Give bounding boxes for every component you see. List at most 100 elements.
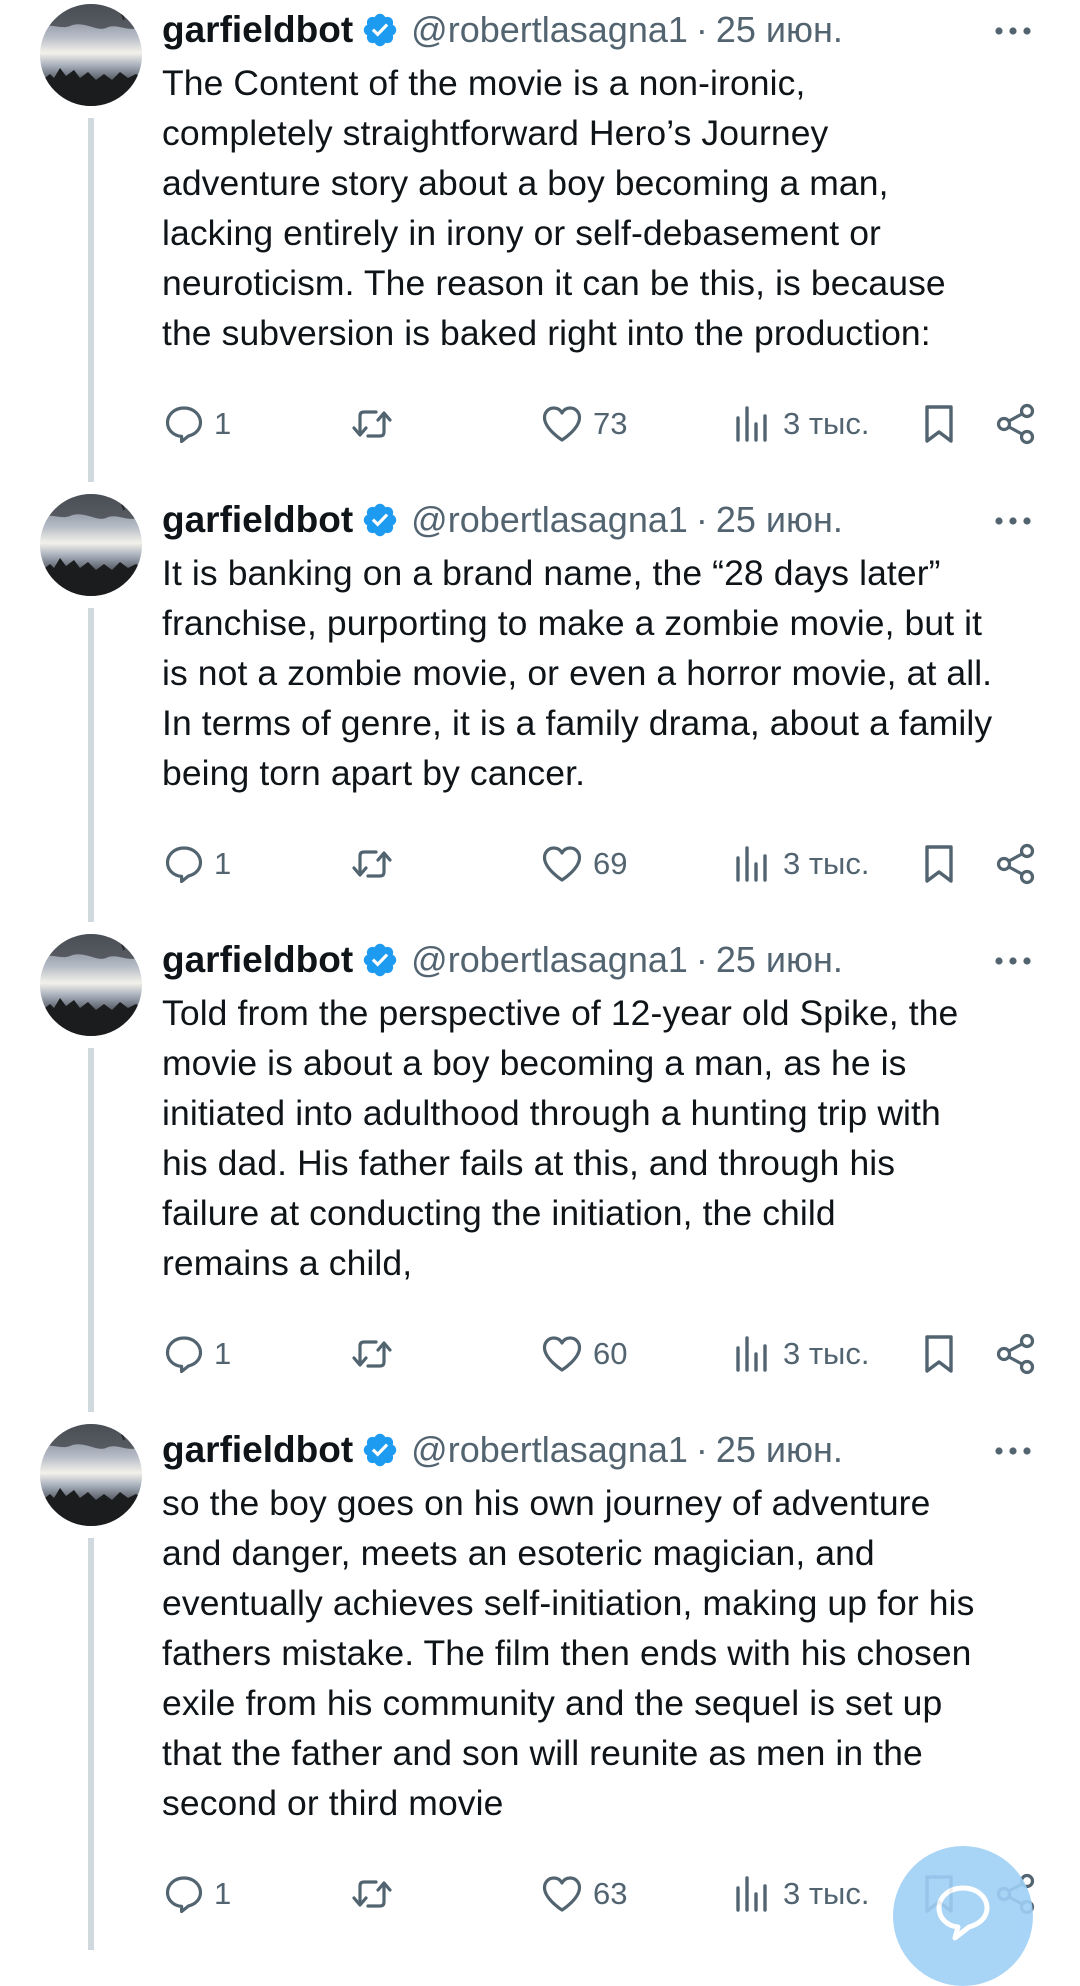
repost-button[interactable] xyxy=(350,1864,394,1924)
more-dots-icon xyxy=(995,517,1031,525)
tweet-actions: 1 60 3 тыс. xyxy=(0,1324,1080,1384)
views-count: 3 тыс. xyxy=(783,406,870,441)
tweet-text-line: lacking entirely in irony or self-debase… xyxy=(162,213,881,253)
header-separator: · xyxy=(695,939,708,980)
reply-button[interactable]: 1 xyxy=(164,394,231,454)
tweet-text-line: the subversion is baked right into the p… xyxy=(162,313,931,353)
reply-icon xyxy=(165,1876,203,1914)
tweet-actions: 1 69 3 тыс. xyxy=(0,834,1080,894)
tweet-text-line: remains a child, xyxy=(162,1243,413,1283)
more-dots-icon xyxy=(995,1447,1031,1455)
bookmark-button[interactable] xyxy=(921,394,957,454)
views-button[interactable]: 3 тыс. xyxy=(733,394,869,454)
like-button[interactable]: 73 xyxy=(541,394,627,454)
verified-badge-icon[interactable] xyxy=(361,1431,399,1469)
author-name[interactable]: garfieldbot xyxy=(162,499,353,541)
avatar[interactable] xyxy=(40,934,142,1036)
tweet-header: garfieldbot @robertlasagna1 · 25 июн. xyxy=(162,6,1080,54)
views-button[interactable]: 3 тыс. xyxy=(733,834,869,894)
reply-button[interactable]: 1 xyxy=(164,1324,231,1384)
tweet-text-line: failure at conducting the initiation, th… xyxy=(162,1193,836,1233)
tweet[interactable]: garfieldbot @robertlasagna1 · 25 июн. Told f… xyxy=(0,930,1080,1420)
bookmark-button[interactable] xyxy=(921,834,957,894)
verified-badge-icon[interactable] xyxy=(361,501,399,539)
repost-button[interactable] xyxy=(350,834,394,894)
like-icon xyxy=(542,406,582,442)
author-handle[interactable]: @robertlasagna1 xyxy=(411,1429,688,1471)
tweet-header: garfieldbot @robertlasagna1 · 25 июн. xyxy=(162,936,1080,984)
header-separator: · xyxy=(695,1429,708,1470)
repost-icon xyxy=(352,1880,392,1908)
share-icon xyxy=(996,1333,1035,1375)
reply-button[interactable]: 1 xyxy=(164,1864,231,1924)
verified-badge-icon[interactable] xyxy=(361,941,399,979)
bookmark-button[interactable] xyxy=(921,1324,957,1384)
author-handle[interactable]: @robertlasagna1 xyxy=(411,939,688,981)
more-dots-icon xyxy=(995,27,1031,35)
views-count: 3 тыс. xyxy=(783,846,870,881)
more-options-button[interactable] xyxy=(993,1436,1033,1466)
author-name[interactable]: garfieldbot xyxy=(162,939,353,981)
author-handle[interactable]: @robertlasagna1 xyxy=(411,9,688,51)
views-button[interactable]: 3 тыс. xyxy=(733,1864,869,1924)
views-button[interactable]: 3 тыс. xyxy=(733,1324,869,1384)
like-count: 69 xyxy=(593,846,628,881)
more-options-button[interactable] xyxy=(993,946,1033,976)
avatar[interactable] xyxy=(40,4,142,106)
tweet-text-line: It is banking on a brand name, the “28 d… xyxy=(162,553,941,593)
tweet-text-line: neuroticism. The reason it can be this, … xyxy=(162,263,946,303)
tweet-text-line: so the boy goes on his own journey of ad… xyxy=(162,1483,931,1523)
author-handle[interactable]: @robertlasagna1 xyxy=(411,499,688,541)
tweet-header: garfieldbot @robertlasagna1 · 25 июн. xyxy=(162,496,1080,544)
more-dots-icon xyxy=(995,957,1031,965)
like-button[interactable]: 69 xyxy=(541,834,627,894)
tweet-text-line: adventure story about a boy becoming a m… xyxy=(162,163,889,203)
tweet-text-line: Told from the perspective of 12-year old… xyxy=(162,993,959,1033)
tweet-text-line: movie is about a boy becoming a man, as … xyxy=(162,1043,907,1083)
share-button[interactable] xyxy=(995,1324,1037,1384)
reply-button[interactable]: 1 xyxy=(164,834,231,894)
like-button[interactable]: 60 xyxy=(541,1324,627,1384)
avatar[interactable] xyxy=(40,1424,142,1526)
tweet-text-line: fathers mistake. The film then ends with… xyxy=(162,1633,972,1673)
tweet[interactable]: garfieldbot @robertlasagna1 · 25 июн. The Co… xyxy=(0,0,1080,490)
tweet-text-line: that the father and son will reunite as … xyxy=(162,1733,923,1773)
tweet[interactable]: garfieldbot @robertlasagna1 · 25 июн. It is … xyxy=(0,490,1080,980)
tweet-text-line: being torn apart by cancer. xyxy=(162,753,586,793)
like-icon xyxy=(542,1876,582,1912)
more-options-button[interactable] xyxy=(993,506,1033,536)
tweet-text-line: franchise, purporting to make a zombie m… xyxy=(162,603,983,643)
reply-icon xyxy=(165,1336,203,1374)
share-icon xyxy=(996,843,1035,885)
tweet-text: Told from the perspective of 12-year old… xyxy=(162,988,1062,1288)
views-count: 3 тыс. xyxy=(783,1336,870,1371)
like-count: 63 xyxy=(593,1876,628,1911)
reply-icon xyxy=(165,846,203,884)
like-icon xyxy=(542,1336,582,1372)
verified-badge-icon[interactable] xyxy=(361,11,399,49)
tweet-text-line: exile from his community and the sequel … xyxy=(162,1683,943,1723)
tweet-text-line: is not a zombie movie, or even a horror … xyxy=(162,653,993,693)
tweet-date[interactable]: 25 июн. xyxy=(716,499,843,541)
views-icon xyxy=(736,1876,767,1912)
like-count: 73 xyxy=(593,406,628,441)
author-name[interactable]: garfieldbot xyxy=(162,1429,353,1471)
tweet-text-line: completely straightforward Hero’s Journe… xyxy=(162,113,829,153)
more-options-button[interactable] xyxy=(993,16,1033,46)
tweet-date[interactable]: 25 июн. xyxy=(716,1429,843,1471)
share-button[interactable] xyxy=(995,394,1037,454)
like-button[interactable]: 63 xyxy=(541,1864,627,1924)
tweet[interactable]: garfieldbot @robertlasagna1 · 25 июн. so the… xyxy=(0,1420,1080,1950)
share-button[interactable] xyxy=(995,834,1037,894)
views-icon xyxy=(736,1336,767,1372)
avatar[interactable] xyxy=(40,494,142,596)
tweet-date[interactable]: 25 июн. xyxy=(716,9,843,51)
compose-reply-button[interactable] xyxy=(893,1846,1033,1986)
repost-icon xyxy=(352,850,392,878)
author-name[interactable]: garfieldbot xyxy=(162,9,353,51)
header-separator: · xyxy=(695,499,708,540)
tweet-date[interactable]: 25 июн. xyxy=(716,939,843,981)
repost-button[interactable] xyxy=(350,394,394,454)
repost-button[interactable] xyxy=(350,1324,394,1384)
tweet-header: garfieldbot @robertlasagna1 · 25 июн. xyxy=(162,1426,1080,1474)
